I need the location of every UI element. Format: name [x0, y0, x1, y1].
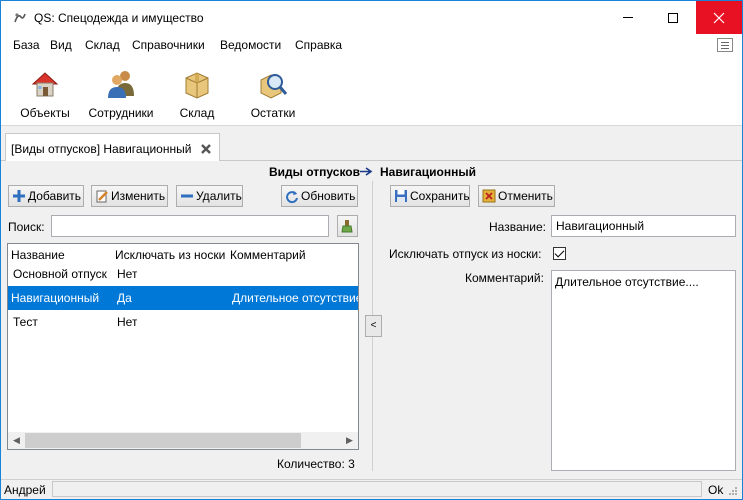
minimize-button[interactable]: [605, 1, 651, 34]
toolbar-objects-label: Объекты: [20, 106, 70, 120]
toolbar-employees-button[interactable]: Сотрудники: [85, 56, 157, 126]
chevron-left-icon: <: [370, 320, 377, 331]
table-row-selected[interactable]: Навигационный Да Длительное отсутствие..…: [8, 286, 358, 310]
menu-vid[interactable]: Вид: [50, 38, 72, 52]
breadcrumb-detail: Навигационный: [380, 165, 476, 179]
app-icon: [14, 13, 26, 23]
tab-label: [Виды отпусков] Навигационный: [11, 142, 192, 156]
menu-bar: База Вид Склад Справочники Ведомости Спр…: [1, 34, 742, 56]
record-count: Количество: 3: [277, 457, 355, 471]
horizontal-scrollbar[interactable]: ◀ ▶: [8, 432, 358, 449]
main-toolbar: Объекты Сотрудники Склад Остатки: [1, 56, 742, 126]
title-bar: QS: Спецодежда и имущество: [1, 1, 742, 34]
menu-sklad[interactable]: Склад: [85, 38, 120, 52]
content-area: Виды отпусков Навигационный Добавить Изм…: [1, 161, 742, 479]
magnifier-icon: [260, 74, 288, 99]
menu-baza[interactable]: База: [13, 38, 40, 52]
table-row[interactable]: Основной отпуск Нет: [8, 262, 358, 286]
save-button[interactable]: Сохранить: [390, 185, 470, 207]
toolbar-objects-button[interactable]: Объекты: [13, 56, 77, 126]
arrow-right-icon: [360, 167, 373, 176]
menu-spravochniki[interactable]: Справочники: [132, 38, 205, 52]
minus-icon: [181, 194, 193, 198]
collapse-panel-button[interactable]: <: [365, 315, 382, 337]
box-icon: [185, 72, 209, 99]
house-icon: [31, 72, 59, 97]
edit-button[interactable]: Изменить: [91, 185, 168, 207]
cancel-icon: [482, 189, 496, 203]
tab-close-icon[interactable]: [199, 142, 213, 156]
add-button-label: Добавить: [28, 189, 82, 203]
exclude-checkbox[interactable]: [553, 247, 566, 260]
cell-exclude: Да: [117, 291, 132, 305]
app-window: QS: Спецодежда и имущество База Вид Скла…: [0, 0, 743, 500]
people-icon: [108, 71, 134, 98]
comment-field[interactable]: Длительное отсутствие....: [551, 270, 736, 471]
comment-label: Комментарий:: [465, 271, 544, 285]
resize-grip-icon[interactable]: [728, 486, 738, 496]
column-header-name[interactable]: Название: [11, 248, 65, 262]
status-message-field: [52, 481, 702, 497]
toolbar-stock-button[interactable]: Остатки: [241, 56, 305, 126]
column-header-exclude[interactable]: Исключать из носки: [115, 248, 230, 262]
refresh-button-label: Обновить: [301, 189, 356, 203]
scroll-left-icon[interactable]: ◀: [8, 432, 25, 449]
menu-vedomosti[interactable]: Ведомости: [220, 38, 281, 52]
tab-vacation-types[interactable]: [Виды отпусков] Навигационный: [5, 133, 220, 162]
delete-button[interactable]: Удалить: [176, 185, 243, 207]
add-button[interactable]: Добавить: [8, 185, 84, 207]
exclude-label: Исключать отпуск из носки:: [389, 247, 542, 261]
clear-search-button[interactable]: [337, 215, 358, 237]
scrollbar-thumb[interactable]: [25, 433, 301, 448]
cell-comment: Длительное отсутствие...: [232, 291, 358, 305]
toolbar-employees-label: Сотрудники: [88, 106, 154, 120]
status-user: Андрей: [4, 483, 46, 497]
cell-exclude: Нет: [117, 315, 138, 329]
maximize-button[interactable]: [650, 1, 696, 34]
document-tabs: [Виды отпусков] Навигационный: [1, 127, 742, 162]
floppy-icon: [395, 190, 407, 202]
close-icon: [713, 12, 725, 23]
column-header-comment[interactable]: Комментарий: [230, 248, 306, 262]
table-row[interactable]: Тест Нет: [8, 310, 358, 334]
toolbar-warehouse-button[interactable]: Склад: [167, 56, 227, 126]
scroll-right-icon[interactable]: ▶: [341, 432, 358, 449]
broom-icon: [341, 220, 353, 233]
menu-spravka[interactable]: Справка: [295, 38, 342, 52]
plus-icon: [13, 190, 25, 202]
toolbar-stock-label: Остатки: [250, 106, 296, 120]
cell-name: Основной отпуск: [13, 267, 107, 281]
search-input[interactable]: [51, 215, 329, 237]
breadcrumb-list: Виды отпусков: [269, 165, 361, 179]
refresh-icon: [286, 191, 298, 203]
close-button[interactable]: [696, 1, 742, 34]
maximize-icon: [668, 12, 678, 23]
save-button-label: Сохранить: [410, 189, 470, 203]
search-label: Поиск:: [8, 220, 45, 234]
vacation-types-table: Название Исключать из носки Комментарий …: [7, 243, 359, 450]
window-title: QS: Спецодежда и имущество: [34, 11, 204, 25]
delete-button-label: Удалить: [196, 189, 242, 203]
cancel-button-label: Отменить: [498, 189, 553, 203]
cell-name: Тест: [13, 315, 38, 329]
pencil-icon: [96, 190, 108, 203]
toolbar-warehouse-label: Склад: [179, 106, 215, 120]
refresh-button[interactable]: Обновить: [281, 185, 358, 207]
cell-name: Навигационный: [11, 291, 100, 305]
edit-button-label: Изменить: [111, 189, 166, 203]
cell-exclude: Нет: [117, 267, 138, 281]
name-label: Название:: [489, 220, 546, 234]
panel-list-icon[interactable]: [717, 38, 733, 52]
status-bar: Андрей Ok: [1, 479, 742, 499]
status-state: Ok: [708, 483, 724, 497]
cancel-button[interactable]: Отменить: [478, 185, 555, 207]
minimize-icon: [623, 17, 633, 18]
name-field[interactable]: Навигационный: [551, 215, 736, 237]
